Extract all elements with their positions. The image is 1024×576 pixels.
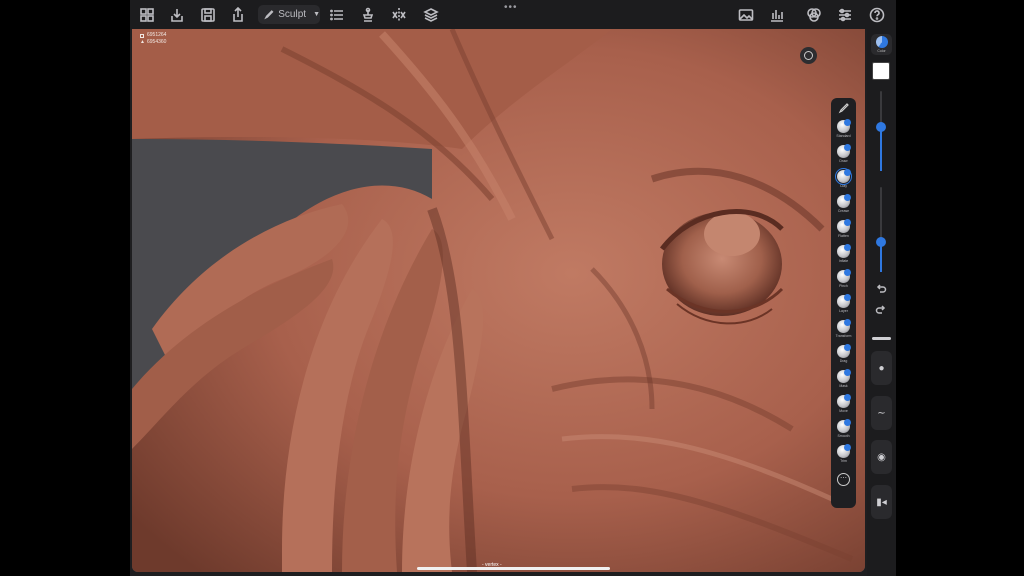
- brush-sphere-icon: [837, 269, 851, 283]
- faces-icon: ▲: [140, 39, 145, 45]
- brush-sphere-icon: [837, 369, 851, 383]
- vertices-icon: [140, 33, 144, 38]
- intensity-slider[interactable]: [876, 187, 886, 272]
- settings-sliders-icon[interactable]: [836, 6, 854, 24]
- faces-count: 6954360: [147, 39, 167, 45]
- brush-item-pinch[interactable]: Pinch: [831, 269, 856, 288]
- background-image-icon[interactable]: [737, 6, 755, 24]
- brush-item-crease[interactable]: Crease: [831, 194, 856, 213]
- intensity-slider-knob[interactable]: [876, 237, 886, 248]
- undo-icon[interactable]: [874, 281, 888, 295]
- more-brushes-button[interactable]: ⋯: [831, 473, 856, 486]
- brush-item-clay[interactable]: Clay: [831, 168, 856, 188]
- record-button[interactable]: ▮◂: [871, 485, 892, 519]
- brush-item-drag[interactable]: Drag: [831, 344, 856, 363]
- layers-icon[interactable]: [422, 6, 440, 24]
- brush-label: Smooth: [837, 434, 850, 438]
- focus-icon: [804, 51, 813, 60]
- help-icon[interactable]: [868, 6, 886, 24]
- brush-item-mask[interactable]: Mask: [831, 369, 856, 388]
- brush-item-draw[interactable]: Draw: [831, 144, 856, 163]
- brush-item-standard[interactable]: Standard: [831, 119, 856, 138]
- brush-label: Transform: [835, 334, 852, 338]
- lightbulb-icon: ●: [878, 362, 885, 374]
- symmetry-icon[interactable]: [390, 6, 408, 24]
- brush-palette: Standard Draw Clay Crease Flatten Inflate Pinc…: [831, 98, 856, 508]
- tool-label: Sculpt: [278, 9, 307, 20]
- home-indicator[interactable]: [417, 567, 610, 570]
- brush-label: Inflate: [838, 259, 849, 263]
- redo-icon[interactable]: [874, 302, 888, 316]
- import-icon[interactable]: [168, 6, 186, 24]
- brush-sphere-icon: [837, 294, 851, 308]
- statistics-icon[interactable]: [768, 6, 786, 24]
- brush-label: Crease: [837, 209, 850, 213]
- menu-dots[interactable]: •••: [504, 2, 518, 13]
- brush-label: Layer: [839, 309, 848, 313]
- brush-tool-header[interactable]: [831, 102, 856, 114]
- top-toolbar: Sculpt ▼ •••: [130, 0, 896, 29]
- stroke-curve-icon: ∼: [877, 407, 886, 419]
- brush-item-smooth[interactable]: Smooth: [831, 419, 856, 438]
- brush-sphere-icon: [837, 444, 851, 458]
- app-window: Sculpt ▼ ••• 6951264 ▲ 6954360 Standard …: [130, 0, 896, 576]
- color-button[interactable]: Color: [871, 34, 892, 55]
- brush-sphere-icon: [837, 319, 851, 333]
- brush-sphere-icon: [835, 168, 852, 185]
- pressure-button[interactable]: ●: [871, 351, 892, 385]
- save-icon[interactable]: [199, 6, 217, 24]
- brush-sphere-icon: [837, 219, 851, 233]
- vertices-count: 6951264: [147, 32, 167, 38]
- files-icon[interactable]: [138, 6, 156, 24]
- brush-sphere-icon: [837, 344, 851, 358]
- list-icon[interactable]: [328, 6, 346, 24]
- brush-icon: [264, 10, 274, 20]
- stroke-button[interactable]: ∼: [871, 396, 892, 430]
- radius-slider-fill: [880, 127, 882, 171]
- color-label: Color: [877, 49, 886, 53]
- brush-label: Standard: [836, 134, 851, 138]
- mesh-stats: 6951264 ▲ 6954360: [140, 32, 166, 46]
- video-camera-icon: ▮◂: [876, 496, 887, 508]
- color-swatch[interactable]: [872, 62, 890, 80]
- brush-label: Flatten: [838, 234, 849, 238]
- brush-item-inflate[interactable]: Inflate: [831, 244, 856, 263]
- brush-label: Pinch: [839, 284, 848, 288]
- radius-slider[interactable]: [876, 91, 886, 171]
- brush-item-move[interactable]: Move: [831, 394, 856, 413]
- brush-label: Draw: [839, 159, 848, 163]
- color-wheel-icon: [875, 36, 888, 48]
- camera-focus-button[interactable]: [800, 47, 817, 64]
- paintbrush-icon: [838, 103, 849, 114]
- sculpted-head-model: [132, 29, 865, 572]
- stamp-icon[interactable]: [359, 6, 377, 24]
- brush-sphere-icon: [837, 194, 851, 208]
- brush-label: Trim: [840, 459, 847, 463]
- brush-item-transform[interactable]: Transform: [831, 319, 856, 338]
- materials-icon[interactable]: [805, 6, 823, 24]
- brush-item-layer[interactable]: Layer: [831, 294, 856, 313]
- brush-label: Drag: [839, 359, 848, 363]
- right-rail: Color ● ∼ ◉ ▮◂: [867, 29, 896, 576]
- chevron-down-icon: ▼: [313, 11, 320, 18]
- brush-item-trim[interactable]: Trim: [831, 444, 856, 463]
- brush-sphere-icon: [837, 394, 851, 408]
- sculpt-viewport[interactable]: 6951264 ▲ 6954360 Standard Draw Clay Crease F…: [132, 29, 865, 572]
- rail-separator: [872, 337, 891, 340]
- brush-sphere-icon: [837, 244, 851, 258]
- radius-slider-knob[interactable]: [876, 122, 886, 132]
- brush-label: Move: [839, 409, 848, 413]
- ellipsis-icon: ⋯: [837, 473, 850, 486]
- brush-item-flatten[interactable]: Flatten: [831, 219, 856, 238]
- brush-sphere-icon: [837, 144, 851, 158]
- tool-selector[interactable]: Sculpt ▼: [258, 5, 320, 24]
- circle-icon: ◉: [877, 451, 886, 463]
- brush-label: Mask: [839, 384, 848, 388]
- alpha-button[interactable]: ◉: [871, 440, 892, 474]
- brush-sphere-icon: [837, 119, 851, 133]
- brush-label: Clay: [839, 184, 847, 188]
- share-icon[interactable]: [229, 6, 247, 24]
- brush-sphere-icon: [837, 419, 851, 433]
